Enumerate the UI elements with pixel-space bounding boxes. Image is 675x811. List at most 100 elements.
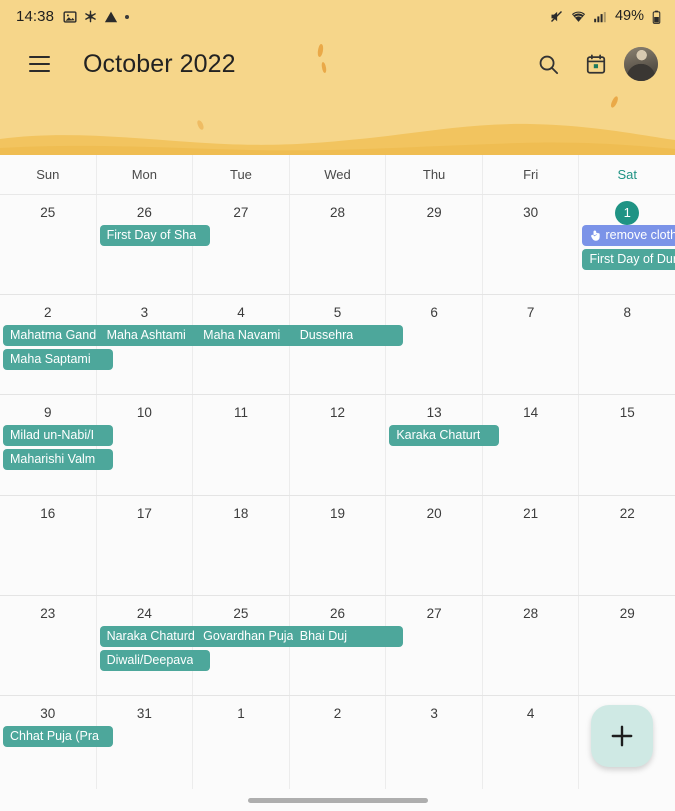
day-number: 10 (136, 405, 152, 421)
day-cell[interactable]: 15 (579, 395, 675, 494)
hamburger-menu-icon[interactable] (22, 47, 56, 81)
day-events-list: Bhai Duj (292, 625, 403, 647)
battery-percent-label: 49% (614, 8, 644, 25)
profile-avatar[interactable] (624, 47, 658, 81)
event-chip[interactable]: First Day of Dur (582, 249, 675, 270)
event-chip-label: Maha Saptami (10, 352, 91, 367)
calendar-week-row: 23 24 Naraka Chaturd Diwali/Deepava 25 Govard… (0, 595, 675, 696)
battery-icon (651, 10, 662, 24)
event-chip[interactable]: Maha Saptami (3, 349, 113, 371)
day-number: 12 (330, 405, 346, 421)
home-gesture-pill[interactable] (247, 797, 428, 803)
day-cell[interactable]: 26 First Day of Sha (97, 195, 210, 295)
day-number: 3 (140, 305, 149, 321)
avatar-image (624, 47, 658, 81)
day-cell[interactable]: 4 Maha Navami (193, 295, 307, 395)
day-number: 28 (523, 605, 539, 621)
day-cell[interactable]: 16 (0, 495, 97, 595)
calendar-week-row: 16 17 18 19 20 21 22 (0, 495, 675, 596)
status-bar-right: 49% (549, 9, 662, 24)
day-cell[interactable]: 29 (386, 195, 483, 295)
day-events-list: Naraka Chaturd Diwali/Deepava (99, 625, 210, 671)
day-number: 24 (136, 605, 152, 621)
day-number: 27 (233, 205, 249, 220)
event-chip-label: Milad un-Nabi/I (10, 428, 95, 443)
calendar-week-row: 30Chhat Puja (Pra3112345 (0, 695, 675, 796)
day-cell[interactable]: 13 Karaka Chaturt (386, 395, 500, 495)
event-chip[interactable]: Dussehra (292, 325, 403, 347)
weekday-header-row: Sun Mon Tue Wed Thu Fri Sat (0, 155, 675, 195)
day-number: 30 (523, 205, 539, 220)
day-cell[interactable]: 18 (193, 495, 290, 595)
day-cell[interactable]: 28 (290, 195, 387, 295)
day-cell[interactable]: 19 (290, 495, 387, 595)
app-toolbar: October 2022 (0, 33, 675, 95)
create-event-fab[interactable] (591, 705, 653, 767)
event-chip-label: First Day of Dur (589, 252, 675, 266)
event-chip-label: Karaka Chaturt (396, 428, 481, 443)
day-events-list: Maha Ashtami (99, 325, 210, 347)
day-cell[interactable]: 30 Chhat Puja (Pra (0, 695, 113, 796)
day-cell[interactable]: 26 Bhai Duj (290, 595, 403, 695)
event-chip[interactable]: Chhat Puja (Pra (3, 725, 113, 747)
event-chip[interactable]: Naraka Chaturd (99, 625, 210, 647)
day-events-list: Maha Navami (196, 325, 307, 347)
day-cell[interactable]: 24 Naraka Chaturd Diwali/Deepava (97, 595, 210, 695)
day-cell[interactable]: 20 (386, 495, 483, 595)
event-chip[interactable]: remove cloth (582, 225, 675, 246)
day-number: 21 (523, 505, 539, 521)
day-number: 16 (40, 505, 56, 521)
day-cell[interactable]: 4 (483, 695, 580, 796)
day-number: 23 (40, 605, 56, 621)
day-cell[interactable]: 25 Govardhan Puja (193, 595, 307, 695)
day-events-list: Govardhan Puja (196, 625, 307, 647)
day-number: 30 (40, 705, 56, 721)
event-chip[interactable]: Bhai Duj (292, 625, 403, 647)
day-number: 6 (430, 305, 438, 321)
wifi-icon (571, 9, 586, 24)
event-chip[interactable]: Govardhan Puja (196, 625, 307, 647)
day-number: 26 (330, 605, 346, 621)
event-chip-label: First Day of Sha (106, 228, 197, 242)
day-cell[interactable]: 30 (483, 195, 580, 295)
volume-mute-icon (549, 9, 564, 24)
event-chip[interactable]: Karaka Chaturt (389, 425, 500, 447)
day-cell[interactable]: 25 (0, 195, 97, 295)
day-cell[interactable]: 5 Dussehra (290, 295, 403, 395)
day-number: 27 (426, 605, 442, 621)
day-cell[interactable]: 7 (483, 295, 580, 395)
dune-illustration (0, 123, 675, 155)
event-chip[interactable]: Maha Ashtami (99, 325, 210, 347)
search-icon[interactable] (528, 44, 568, 84)
day-cell[interactable]: 2 (290, 695, 387, 796)
day-number: 18 (233, 505, 249, 521)
day-cell[interactable]: 21 (483, 495, 580, 595)
event-chip[interactable]: Mahatma Gand (3, 325, 113, 347)
day-cell[interactable]: 1 (193, 695, 290, 796)
event-chip[interactable]: First Day of Sha (99, 225, 210, 246)
day-cell[interactable]: 8 (579, 295, 675, 394)
day-cell[interactable]: 9 Milad un-Nabi/I Maharishi Valm (0, 395, 113, 495)
day-cell[interactable]: 17 (97, 495, 194, 595)
event-chip[interactable]: Maha Navami (196, 325, 307, 347)
day-cell[interactable]: 3 (386, 695, 483, 796)
day-number: 2 (333, 705, 342, 721)
day-number: 2 (44, 305, 52, 321)
day-cell[interactable]: 1 remove cloth First Day of Dur (579, 195, 675, 294)
day-number: 19 (330, 505, 346, 521)
calendar-today-icon[interactable] (576, 44, 616, 84)
event-chip-label: Naraka Chaturd (106, 628, 195, 643)
day-cell[interactable]: 3 Maha Ashtami (97, 295, 210, 395)
event-chip[interactable]: Maharishi Valm (3, 449, 113, 471)
day-cell[interactable]: 2 Mahatma Gand Maha Saptami (0, 295, 113, 395)
day-cell[interactable]: 12 (290, 395, 387, 495)
day-cell[interactable]: 23 (0, 595, 97, 695)
status-bar: 14:38 49% (0, 0, 675, 33)
day-cell[interactable]: 11 (193, 395, 290, 495)
event-chip[interactable]: Diwali/Deepava (99, 649, 210, 671)
day-cell[interactable]: 29 (579, 596, 675, 695)
day-cell[interactable]: 22 (579, 496, 675, 595)
event-chip[interactable]: Milad un-Nabi/I (3, 425, 113, 447)
day-cell[interactable]: 28 (483, 595, 580, 695)
day-events-list: Dussehra (292, 325, 403, 347)
